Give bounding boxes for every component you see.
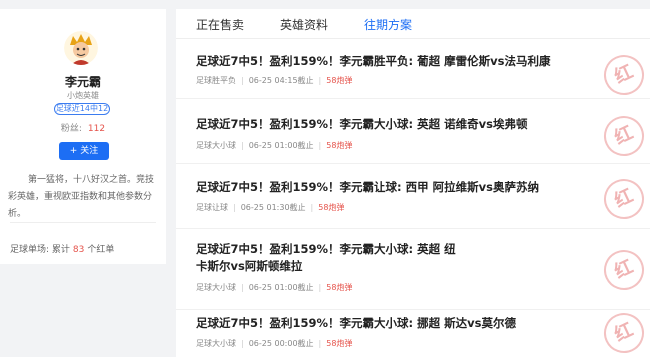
plan-item[interactable]: 足球近7中5！盈利159%！李元霸胜平负: 葡超 摩雷伦斯vs法马利康 足球胜平… <box>176 41 650 102</box>
plan-price: 58炮弹 <box>326 76 353 85</box>
plan-title[interactable]: 足球近7中5！盈利159%！李元霸大小球: 挪超 斯达vs莫尔德 <box>196 315 596 332</box>
plan-meta: 足球胜平负 | 06-25 04:15截止 | 58炮弹 <box>196 76 353 85</box>
record-summary: 足球单场: 累计 83 个红单 <box>10 242 114 255</box>
plan-meta: 足球让球 | 06-25 01:30截止 | 58炮弹 <box>196 203 345 212</box>
avatar[interactable] <box>64 31 98 65</box>
plan-title[interactable]: 足球近7中5！盈利159%！李元霸大小球: 英超 诺维奇vs埃弗顿 <box>196 116 596 133</box>
plan-item[interactable]: 足球近7中5！盈利159%！李元霸大小球: 英超 纽卡斯尔vs阿斯顿维拉 足球大… <box>176 230 650 310</box>
tab-past-plans[interactable]: 往期方案 <box>364 16 412 33</box>
plan-meta: 足球大小球 | 06-25 01:00截止 | 58炮弹 <box>196 141 353 150</box>
plan-category: 足球让球 <box>196 203 228 212</box>
plan-meta: 足球大小球 | 06-25 00:00截止 | 58炮弹 <box>196 339 353 348</box>
plan-category: 足球大小球 <box>196 141 236 150</box>
plan-title[interactable]: 足球近7中5！盈利159%！李元霸大小球: 英超 纽卡斯尔vs阿斯顿维拉 <box>196 241 461 275</box>
plan-meta: 足球大小球 | 06-25 01:00截止 | 58炮弹 <box>196 283 353 292</box>
red-stamp-icon: 红 <box>597 172 650 226</box>
plan-title[interactable]: 足球近7中5！盈利159%！李元霸让球: 西甲 阿拉维斯vs奥萨苏纳 <box>196 179 596 196</box>
plan-item[interactable]: 足球近7中5！盈利159%！李元霸让球: 西甲 阿拉维斯vs奥萨苏纳 足球让球 |… <box>176 165 650 229</box>
record-count: 83 <box>72 245 85 255</box>
follow-button[interactable]: + 关注 <box>59 142 109 160</box>
red-stamp-icon: 红 <box>597 48 650 102</box>
red-stamp-icon: 红 <box>597 243 650 297</box>
plan-deadline: 06-25 01:30截止 <box>240 203 306 212</box>
fans-count: 粉丝: 112 <box>0 121 166 134</box>
plan-price: 58炮弹 <box>326 283 353 292</box>
plans-panel: 正在售卖 英雄资料 往期方案 足球近7中5！盈利159%！李元霸胜平负: 葡超 … <box>176 9 650 357</box>
profile-description: 第一猛将，十八好汉之首。竞技彩英雄，重视欧亚指数和其他参数分析。 <box>8 175 155 219</box>
plan-category: 足球大小球 <box>196 339 236 348</box>
tab-hero-info[interactable]: 英雄资料 <box>280 16 328 33</box>
plan-price: 58炮弹 <box>318 203 345 212</box>
profile-tag: 小炮英雄 <box>67 91 99 100</box>
fans-number: 112 <box>87 124 106 134</box>
plan-item[interactable]: 足球近7中5！盈利159%！李元霸大小球: 英超 诺维奇vs埃弗顿 足球大小球 |… <box>176 100 650 164</box>
plan-item[interactable]: 足球近7中5！盈利159%！李元霸大小球: 挪超 斯达vs莫尔德 足球大小球 | 0… <box>176 306 650 357</box>
red-stamp-icon: 红 <box>597 306 650 357</box>
red-stamp-icon: 红 <box>597 109 650 163</box>
plan-price: 58炮弹 <box>326 141 353 150</box>
tab-on-sale[interactable]: 正在售卖 <box>196 16 244 33</box>
plan-deadline: 06-25 04:15截止 <box>248 76 314 85</box>
plan-category: 足球大小球 <box>196 283 236 292</box>
record-prefix: 足球单场: 累计 <box>10 245 70 255</box>
plan-category: 足球胜平负 <box>196 76 236 85</box>
tab-bar: 正在售卖 英雄资料 往期方案 <box>176 9 650 39</box>
plan-deadline: 06-25 01:00截止 <box>248 141 314 150</box>
profile-card: 李元霸 小炮英雄 足球近14中12 粉丝: 112 + 关注 第一猛将，十八好汉之… <box>0 9 166 264</box>
plan-title[interactable]: 足球近7中5！盈利159%！李元霸胜平负: 葡超 摩雷伦斯vs法马利康 <box>196 53 596 70</box>
divider <box>10 222 156 223</box>
plan-deadline: 06-25 00:00截止 <box>248 339 314 348</box>
record-badge: 足球近14中12 <box>54 103 110 115</box>
record-suffix: 个红单 <box>87 245 115 255</box>
plan-deadline: 06-25 01:00截止 <box>248 283 314 292</box>
profile-name: 李元霸 <box>64 75 101 89</box>
plan-price: 58炮弹 <box>326 339 353 348</box>
fans-label: 粉丝: <box>60 124 82 134</box>
